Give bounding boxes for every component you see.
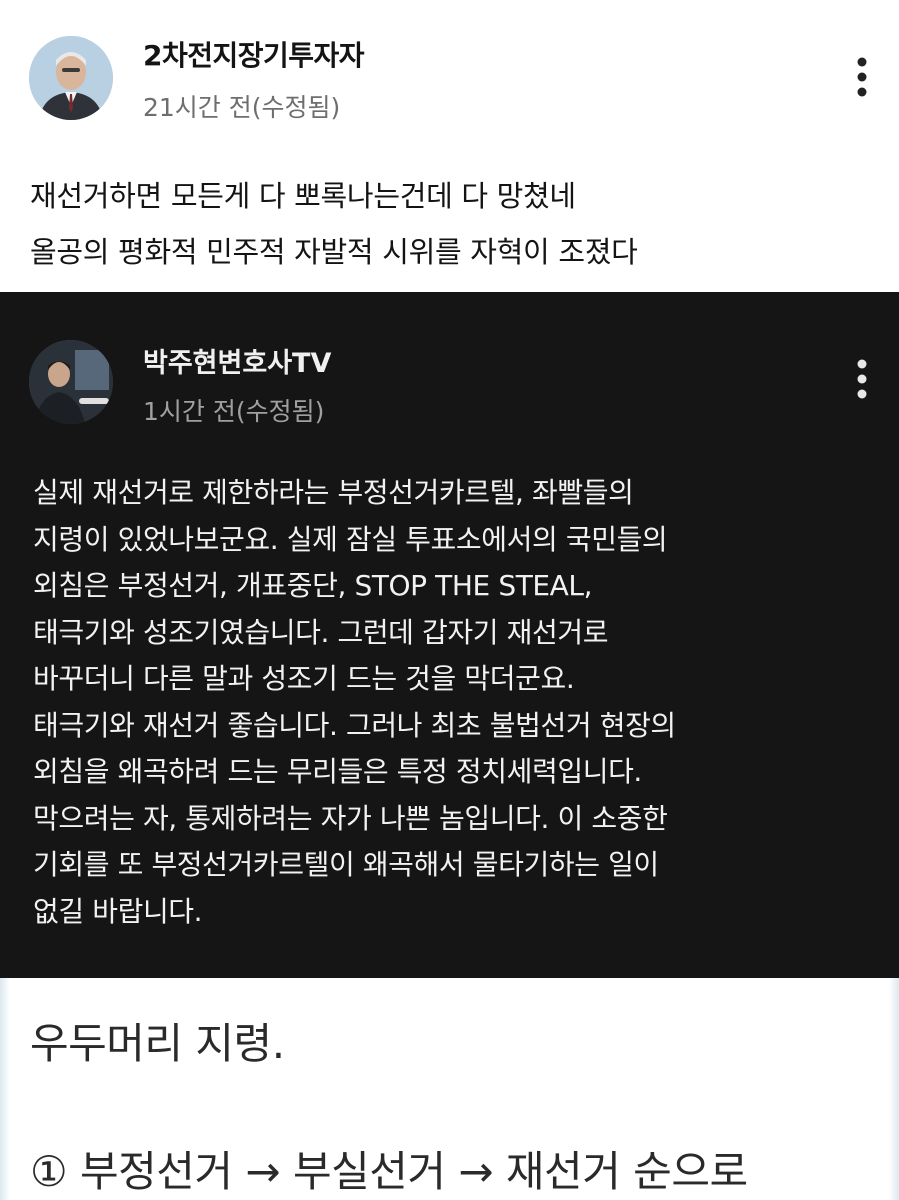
post-timestamp: 21시간 전(수정됨) <box>143 93 341 122</box>
embed-body-line: 실제 재선거로 제한하라는 부정선거카르텔, 좌빨들의 <box>33 476 634 509</box>
author-name[interactable]: 2차전지장기투자자 <box>143 34 365 74</box>
embed-body-line: 태극기와 재선거 좋습니다. 그러나 최초 불법선거 현장의 <box>33 708 676 742</box>
embed-body-line: 바꾸더니 다른 말과 성조기 드는 것을 막더군요. <box>33 662 575 695</box>
more-vert-icon <box>857 359 867 399</box>
lower-image-heading: 우두머리 지령. <box>30 1019 285 1068</box>
embed-body: 실제 재선거로 제한하라는 부정선거카르텔, 좌빨들의 지령이 있었나보군요. … <box>33 470 873 935</box>
more-options-button[interactable] <box>847 52 877 102</box>
embed-body-line: 없길 바랍니다. <box>33 894 203 928</box>
image-border-left <box>0 978 10 1200</box>
lower-image-step: ① 부정선거 → 부실선거 → 재선거 순으로 <box>30 1147 748 1196</box>
image-border-right <box>889 978 899 1200</box>
embed-body-line: 외침은 부정선거, 개표중단, STOP THE STEAL, <box>33 569 593 602</box>
person-avatar-icon <box>29 340 113 424</box>
person-avatar-icon <box>29 36 113 120</box>
post-body: 재선거하면 모든게 다 뽀록나는건데 다 망쳤네 올공의 평화적 민주적 자발적… <box>30 168 870 280</box>
embed-body-line: 태극기와 성조기였습니다. 그런데 갑자기 재선거로 <box>33 615 609 649</box>
embed-more-options <box>847 354 877 404</box>
embed-body-line: 지령이 있었나보군요. 실제 잠실 투표소에서의 국민들의 <box>33 522 668 556</box>
embed-body-line: 막으려는 자, 통제하려는 자가 나쁜 놈입니다. 이 소중한 <box>33 801 668 835</box>
embed-body-line: 외침을 왜곡하려 드는 무리들은 특정 정치세력입니다. <box>33 755 642 788</box>
screenshot-root: 2차전지장기투자자 21시간 전(수정됨) 재선거하면 모든게 다 뽀록나는건데… <box>0 0 899 1200</box>
embed-body-line: 기회를 또 부정선거카르텔이 왜곡해서 물타기하는 일이 <box>33 848 659 881</box>
embed-timestamp: 1시간 전(수정됨) <box>143 397 325 426</box>
embed-author-name: 박주현변호사TV <box>143 348 332 379</box>
post-body-line: 재선거하면 모든게 다 뽀록나는건데 다 망쳤네 <box>30 179 576 213</box>
author-avatar[interactable] <box>29 36 113 120</box>
post-body-line: 올공의 평화적 민주적 자발적 시위를 자혁이 조졌다 <box>30 235 638 269</box>
embed-author-avatar <box>29 340 113 424</box>
more-vert-icon <box>857 57 867 97</box>
